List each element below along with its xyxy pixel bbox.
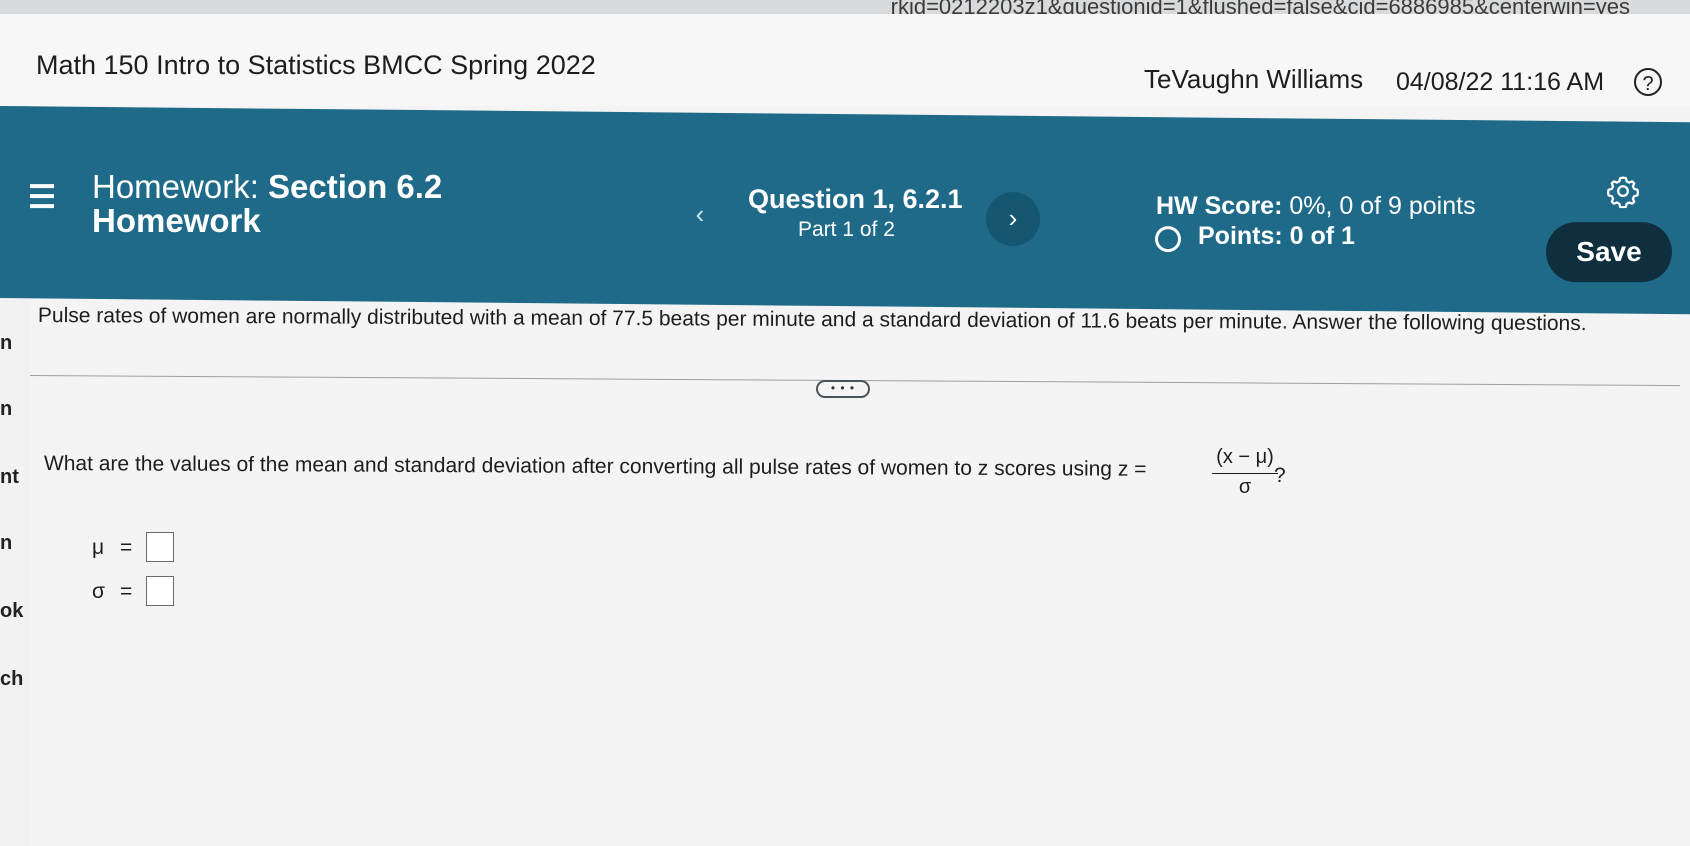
homework-title: Homework: Section 6.2 Homework bbox=[92, 168, 512, 240]
left-strip-fragment: n bbox=[0, 398, 13, 420]
user-name: TeVaughn Williams bbox=[1144, 64, 1364, 94]
hamburger-menu-icon[interactable] bbox=[30, 184, 54, 209]
left-strip-fragment: n bbox=[0, 532, 13, 554]
question-part: Part 1 of 2 bbox=[798, 218, 895, 242]
homework-title-prefix: Homework: bbox=[92, 168, 259, 206]
left-strip-fragment: nt bbox=[0, 466, 19, 488]
gear-icon[interactable] bbox=[1606, 174, 1640, 209]
homework-banner: Homework: Section 6.2 Homework ‹ Questio… bbox=[0, 106, 1690, 315]
hw-score-value: 0%, 0 of 9 points bbox=[1289, 192, 1476, 221]
left-sidebar-strip: s n n nt n ok ch bbox=[0, 266, 30, 846]
left-strip-fragment: ok bbox=[0, 600, 24, 622]
course-title: Math 150 Intro to Statistics BMCC Spring… bbox=[36, 50, 596, 80]
question-mark: ? bbox=[1274, 464, 1286, 487]
z-score-formula: (x − μ) σ bbox=[1212, 446, 1278, 499]
left-strip-fragment: ch bbox=[0, 668, 24, 690]
mu-symbol: μ bbox=[92, 536, 105, 559]
mean-answer-input[interactable] bbox=[146, 532, 174, 562]
homework-title-section: Section 6.2 bbox=[268, 168, 443, 206]
previous-question-button[interactable]: ‹ bbox=[680, 194, 720, 234]
sd-answer-input[interactable] bbox=[146, 576, 174, 606]
date-time: 04/08/22 11:16 AM bbox=[1396, 68, 1605, 96]
hw-score: HW Score: 0%, 0 of 9 points bbox=[1156, 192, 1476, 221]
mean-answer-row: μ = bbox=[92, 536, 148, 560]
homework-title-suffix: Homework bbox=[92, 202, 261, 240]
help-icon[interactable]: ? bbox=[1634, 68, 1662, 96]
formula-numerator: (x − μ) bbox=[1212, 446, 1278, 474]
points-status: Points: 0 of 1 bbox=[1198, 222, 1355, 251]
next-question-button[interactable]: › bbox=[986, 192, 1040, 247]
left-strip-fragment: n bbox=[0, 332, 13, 354]
more-options-button[interactable]: • • • bbox=[816, 380, 870, 398]
points-circle-icon bbox=[1155, 226, 1181, 253]
question-number: Question 1, 6.2.1 bbox=[748, 184, 963, 215]
sd-answer-row: σ = bbox=[92, 580, 148, 604]
equals-sign: = bbox=[120, 536, 133, 559]
hw-score-label: HW Score: bbox=[1156, 192, 1283, 221]
equals-sign: = bbox=[120, 580, 133, 603]
sigma-symbol: σ bbox=[92, 580, 105, 603]
formula-denominator: σ bbox=[1238, 476, 1252, 498]
save-button[interactable]: Save bbox=[1546, 222, 1672, 283]
